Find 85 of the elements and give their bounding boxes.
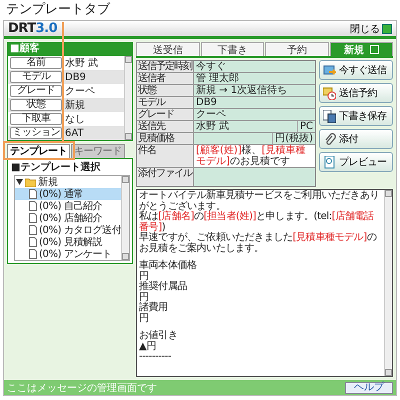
body-line: 車両本体価格 bbox=[139, 261, 198, 271]
form-field[interactable]: DB9 bbox=[194, 97, 315, 108]
field-badge: ミッション bbox=[10, 127, 62, 139]
body-line: 推奨付属品 bbox=[139, 282, 188, 292]
tree-item[interactable]: (0%) アンケート bbox=[15, 248, 122, 260]
tab[interactable]: 予約 bbox=[265, 42, 328, 56]
tab[interactable]: 新規 bbox=[330, 42, 393, 56]
form-label: 見積価格 bbox=[137, 133, 193, 144]
field-value: なし bbox=[65, 113, 85, 126]
action-button[interactable]: 送信予約 bbox=[319, 83, 393, 103]
action-button[interactable]: プレビュー bbox=[319, 152, 393, 172]
body-line: 円 bbox=[139, 272, 149, 282]
action-button[interactable]: 添付 bbox=[319, 129, 393, 149]
help-button[interactable]: ヘルプ bbox=[345, 382, 393, 394]
scrollbar[interactable] bbox=[121, 176, 129, 260]
tree-label: (0%) アンケート bbox=[39, 248, 112, 261]
panel-title: ■顧客 bbox=[7, 42, 133, 55]
form-label: 状態 bbox=[137, 85, 193, 96]
tree-label: (0%) 通常 bbox=[39, 188, 84, 201]
close-icon bbox=[382, 24, 392, 34]
tree-label: (0%) カタログ送付 bbox=[39, 224, 122, 236]
close-icon[interactable] bbox=[370, 45, 379, 54]
form-label: 送信者 bbox=[137, 73, 193, 84]
tree-item[interactable]: (0%) 通常 bbox=[15, 188, 122, 200]
clock-icon bbox=[323, 86, 336, 100]
body-line: 円 bbox=[139, 292, 149, 302]
field-badge: 状態 bbox=[10, 99, 62, 111]
field-badge: 下取車 bbox=[10, 113, 62, 125]
message-body-field[interactable]: オートバイテル新車見積サービスをご利用いただきありがとうございます。 私は[店舗名]の[担当者(姓)]と申します。(tel:[店舗電話番号]) 早速ですが、ご依頼いただきました[見積車種モデル]のお見積をご案内いたします。 車両本体価格 円 推奨付属品 円 諸費用 円 お値引き ▲円 ---------- bbox=[136, 189, 393, 377]
tree-item[interactable]: (0%) 自己紹介 bbox=[15, 200, 122, 212]
form-label: 添付ファイル bbox=[137, 168, 193, 186]
tab[interactable]: 送受信 bbox=[136, 42, 200, 56]
tab[interactable]: キーワード bbox=[71, 144, 124, 158]
action-button[interactable]: 今すぐ送信 bbox=[319, 60, 393, 80]
body-line: 円 bbox=[139, 314, 150, 324]
form-label: 件名 bbox=[137, 145, 193, 167]
form-field[interactable]: [顧客(姓)]様、[見積車種モデル]のお見積です bbox=[194, 145, 315, 167]
body-line: 諸費用 bbox=[139, 303, 169, 313]
tree-item[interactable]: 新規 bbox=[15, 176, 122, 188]
body-line: お値引き bbox=[139, 331, 178, 341]
field-value: 6AT bbox=[65, 128, 84, 138]
body-line: オートバイテル新車見積サービスをご利用いただきありがとうございます。 bbox=[139, 191, 380, 212]
field-value: クーペ bbox=[65, 85, 95, 98]
tree-item[interactable]: (0%) 見積解説 bbox=[15, 236, 122, 248]
tree-label: (0%) 店舗紹介 bbox=[39, 212, 102, 225]
body-line: ▲円 bbox=[139, 342, 157, 352]
tab[interactable]: 下書き bbox=[200, 42, 264, 56]
form-label: 送信先 bbox=[137, 121, 193, 132]
status-message: ここはメッセージの管理画面です bbox=[7, 382, 157, 394]
field-value: 新規 bbox=[65, 98, 85, 112]
tree-item[interactable]: (0%) 店舗紹介 bbox=[15, 212, 122, 224]
form-field[interactable]: 管 理太郎 bbox=[194, 73, 315, 84]
paperclip-icon bbox=[323, 132, 336, 146]
tab[interactable]: テンプレート bbox=[7, 144, 70, 158]
field-value: DB9 bbox=[65, 72, 86, 82]
field-badge: グレード bbox=[10, 85, 62, 97]
scrollbar[interactable] bbox=[384, 190, 392, 376]
annotation-caption: テンプレートタブ bbox=[5, 1, 110, 19]
form-label: グレード bbox=[137, 109, 193, 120]
form-field[interactable]: 今すぐ bbox=[194, 61, 315, 72]
logo: DRT3.0 bbox=[8, 21, 58, 36]
form-label: 送信予定時刻 bbox=[137, 61, 193, 72]
form-field[interactable]: 新規 → 1次返信待ち bbox=[194, 85, 315, 96]
tree-label: (0%) 見積解説 bbox=[39, 236, 102, 249]
field-badge: 名前 bbox=[10, 57, 62, 69]
scrollbar[interactable] bbox=[124, 56, 132, 140]
form-field[interactable]: クーペ bbox=[194, 109, 315, 120]
tree-label: (0%) 自己紹介 bbox=[39, 200, 102, 212]
field-value: 水野 武 bbox=[65, 56, 98, 70]
body-line: ---------- bbox=[139, 352, 172, 362]
field-badge: モデル bbox=[10, 71, 62, 83]
tree-label: 新規 bbox=[38, 176, 58, 189]
body-line: 早速ですが、ご依頼いただきました[見積車種モデル]のお見積をご案内いたします。 bbox=[139, 233, 378, 254]
tree-item[interactable]: (0%) カタログ送付 bbox=[15, 224, 122, 236]
form-field[interactable]: 円(税抜) bbox=[194, 133, 315, 144]
form-field[interactable]: 水野 武 PC bbox=[194, 121, 315, 132]
action-button[interactable]: 下書き保存 bbox=[319, 106, 393, 126]
field-suffix: 円(税抜) bbox=[272, 133, 315, 144]
body-line: 私は[店舗名]の[担当者(姓)]と申します。(tel:[店舗電話番号]) bbox=[139, 212, 375, 232]
form-field[interactable] bbox=[194, 168, 315, 186]
close-button[interactable]: 閉じる bbox=[350, 22, 392, 36]
form-label: モデル bbox=[137, 97, 193, 108]
document-icon bbox=[323, 156, 336, 168]
field-suffix: PC bbox=[296, 121, 315, 132]
expanded-triangle-icon[interactable] bbox=[16, 179, 23, 185]
